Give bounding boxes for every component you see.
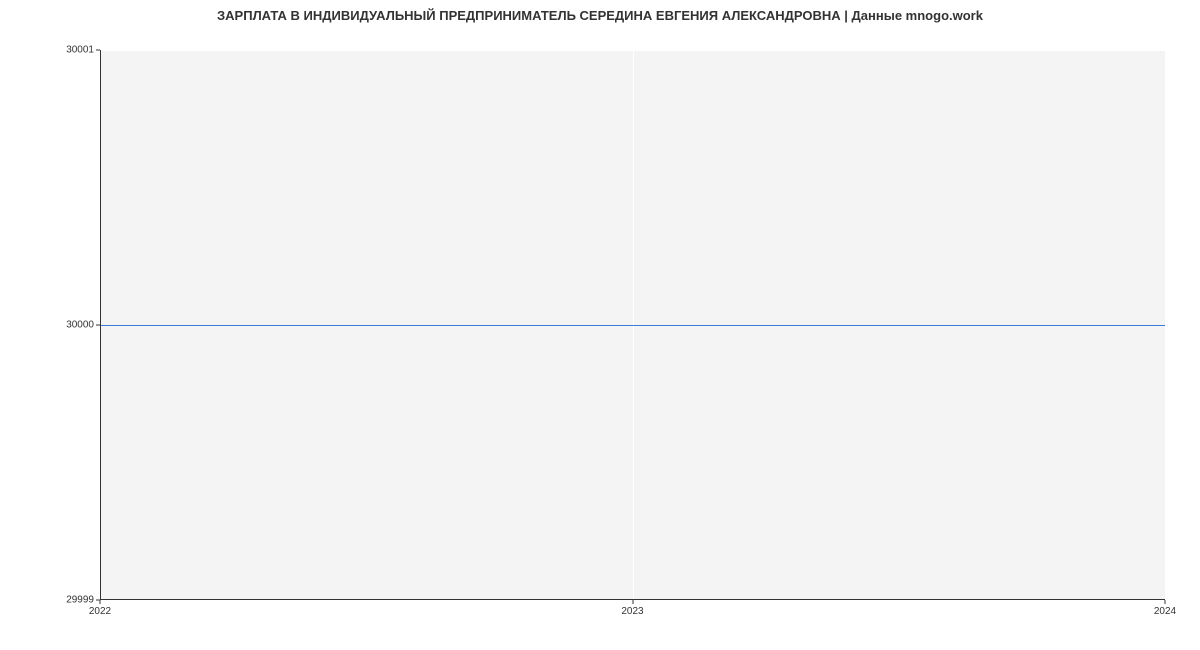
chart-title: ЗАРПЛАТА В ИНДИВИДУАЛЬНЫЙ ПРЕДПРИНИМАТЕЛ… — [0, 8, 1200, 23]
y-tick-label: 30000 — [66, 320, 94, 331]
gridline-v — [1165, 50, 1166, 599]
y-tick-label: 30001 — [66, 45, 94, 56]
y-tick-label: 29999 — [66, 595, 94, 606]
x-tick-mark — [1165, 600, 1166, 604]
x-tick-mark — [632, 600, 633, 604]
data-line — [101, 325, 1165, 326]
plot-area — [100, 50, 1165, 600]
y-tick-mark — [96, 50, 100, 51]
y-tick-mark — [96, 325, 100, 326]
x-tick-label: 2023 — [621, 606, 643, 617]
x-tick-mark — [100, 600, 101, 604]
x-tick-label: 2022 — [89, 606, 111, 617]
x-tick-label: 2024 — [1154, 606, 1176, 617]
chart-container: ЗАРПЛАТА В ИНДИВИДУАЛЬНЫЙ ПРЕДПРИНИМАТЕЛ… — [0, 0, 1200, 650]
